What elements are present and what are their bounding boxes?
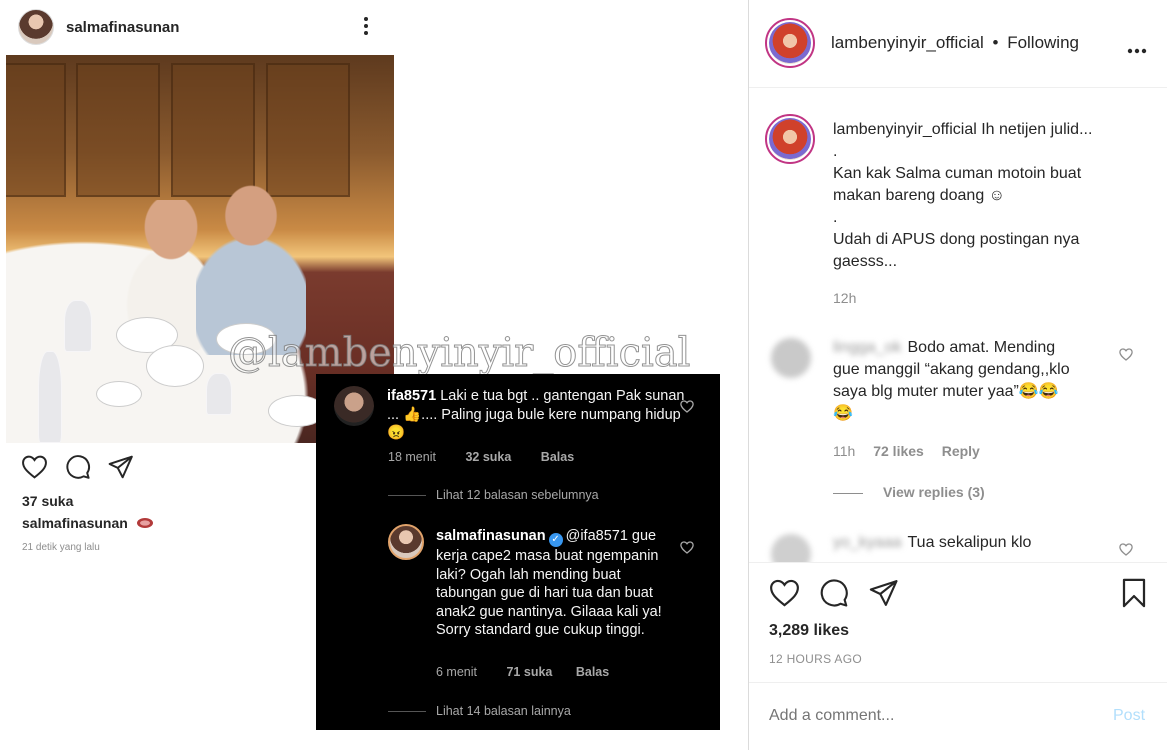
right-panel: lambenyinyir_official • Following lamben…	[748, 0, 1167, 750]
caption-avatar-ring[interactable]	[765, 114, 815, 164]
comment-2-user[interactable]: salmafinasunan	[436, 528, 546, 544]
action-bar: 3,289 likes 12 HOURS AGO	[749, 562, 1167, 683]
comment-2-meta: 6 menit 71 suka Balas	[436, 665, 609, 679]
comment-2: salmafinasunan ✓ @ifa8571 gue kerja cape2 …	[436, 527, 668, 640]
comment-icon[interactable]	[819, 578, 849, 613]
divider-line	[388, 711, 426, 712]
right-comment-1-meta: 11h 72 likes Reply	[833, 443, 980, 459]
comment-2-mention[interactable]: @ifa8571	[566, 528, 628, 544]
comment-like-heart-icon[interactable]	[1119, 348, 1133, 366]
comment-icon[interactable]	[64, 454, 92, 480]
comment-1-user[interactable]: ifa8571	[387, 388, 436, 404]
add-comment-bar: Post	[749, 682, 1167, 751]
left-post-time: 21 detik yang lalu	[22, 542, 100, 553]
caption: lambenyinyir_official Ih netijen julid..…	[833, 119, 1143, 273]
wood-panel	[266, 63, 350, 197]
right-comment-2-user[interactable]: yo_kyaaa	[833, 534, 902, 551]
verified-badge-icon: ✓	[548, 533, 563, 547]
comment-2-text: gue kerja cape2 masa buat ngempanin laki…	[436, 528, 662, 638]
right-comment-2: yo_kyaaa Tua sekalipun klo	[833, 532, 1123, 554]
divider-line	[388, 495, 426, 496]
right-comment-1-reply[interactable]: Reply	[942, 443, 980, 459]
likes-count[interactable]: 3,289 likes	[769, 622, 849, 640]
comment-2-reply[interactable]: Balas	[576, 665, 609, 679]
heart-outline-icon[interactable]	[680, 400, 694, 418]
left-avatar[interactable]	[18, 9, 54, 45]
comment-line: 😂	[833, 405, 853, 422]
post-button[interactable]: Post	[1113, 707, 1145, 725]
post-header: lambenyinyir_official • Following	[749, 0, 1167, 88]
following-button[interactable]: Following	[1007, 33, 1079, 52]
caption-line: gaesss...	[833, 253, 898, 270]
divider-line	[833, 493, 863, 494]
header-avatar	[769, 22, 811, 64]
right-comment-1: lingga_ok Bodo amat. Mending gue manggil …	[833, 337, 1113, 425]
wine-glass	[64, 300, 92, 352]
header-username-link[interactable]: lambenyinyir_official	[831, 33, 984, 52]
commenter-avatar[interactable]	[334, 386, 374, 426]
water-bottle	[38, 351, 62, 443]
share-icon[interactable]	[107, 454, 135, 480]
caption-user[interactable]: lambenyinyir_official	[833, 121, 977, 138]
right-comment-1-likes[interactable]: 72 likes	[873, 443, 924, 459]
wood-panel	[171, 63, 255, 197]
heart-outline-icon[interactable]	[680, 541, 694, 559]
header-username: lambenyinyir_official • Following	[831, 33, 1079, 53]
caption-line: .	[833, 143, 838, 160]
comment-1-meta: 18 menit 32 suka Balas	[388, 450, 574, 464]
like-heart-icon[interactable]	[769, 579, 800, 612]
view-more-replies[interactable]: Lihat 14 balasan lainnya	[436, 704, 571, 718]
view-replies-button[interactable]: View replies (3)	[883, 484, 985, 500]
comment-line: gue manggil “akang gendang,,klo	[833, 361, 1070, 378]
comment-2-likes[interactable]: 71 suka	[506, 665, 552, 679]
add-comment-input[interactable]	[769, 703, 1089, 729]
caption-line: Kan kak Salma cuman motoin buat	[833, 165, 1082, 182]
dark-comments-screenshot: ifa8571 Laki e tua bgt .. gantengan Pak …	[316, 374, 720, 730]
left-caption-user[interactable]: salmafinasunan	[22, 515, 128, 531]
right-comment-1-user[interactable]: lingga_ok	[833, 339, 902, 356]
left-username[interactable]: salmafinasunan	[66, 19, 179, 36]
comment-like-heart-icon[interactable]	[1119, 543, 1133, 561]
share-icon[interactable]	[869, 579, 899, 612]
reply-avatar[interactable]	[388, 524, 424, 560]
wine-glass	[206, 373, 232, 415]
caption-line: Udah di APUS dong postingan nya	[833, 231, 1080, 248]
comment-1-reply[interactable]: Balas	[541, 450, 574, 464]
caption-line: .	[833, 209, 838, 226]
comment-avatar[interactable]	[771, 338, 811, 378]
plate	[146, 345, 204, 387]
comment-avatar[interactable]	[771, 534, 811, 562]
steak-icon	[137, 518, 154, 528]
wood-panel	[76, 63, 160, 197]
comment-1-likes[interactable]: 32 suka	[465, 450, 511, 464]
header-avatar-ring[interactable]	[765, 18, 815, 68]
comment-2-time: 6 menit	[436, 665, 477, 679]
like-heart-icon[interactable]	[20, 454, 48, 480]
comment-line: Bodo amat. Mending	[907, 339, 1056, 356]
right-comment-1-time: 11h	[833, 443, 856, 459]
wood-panel	[6, 63, 66, 197]
post-time-ago: 12 HOURS AGO	[769, 652, 862, 666]
more-options-icon[interactable]	[362, 16, 370, 40]
comment-1-time: 18 menit	[388, 450, 436, 464]
right-comment-2-text: Tua sekalipun klo	[907, 534, 1032, 551]
left-likes-count[interactable]: 37 suka	[22, 493, 73, 509]
caption-line: Ih netijen julid...	[981, 121, 1093, 138]
caption-time: 12h	[833, 290, 857, 306]
caption-line: makan bareng doang ☺	[833, 187, 1006, 204]
comment-line: saya blg muter muter yaa”😂😂	[833, 383, 1059, 400]
comments-area[interactable]: lambenyinyir_official Ih netijen julid..…	[749, 88, 1167, 562]
more-options-icon[interactable]	[1127, 41, 1147, 59]
save-bookmark-icon[interactable]	[1121, 578, 1147, 613]
plate	[96, 381, 142, 407]
comment-1: ifa8571 Laki e tua bgt .. gantengan Pak …	[387, 387, 687, 443]
watermark-text: @lambenyinyir_official	[227, 330, 691, 377]
separator-dot: •	[992, 33, 999, 52]
left-caption: salmafinasunan	[22, 515, 154, 533]
caption-avatar	[769, 118, 811, 160]
view-previous-replies[interactable]: Lihat 12 balasan sebelumnya	[436, 488, 599, 502]
